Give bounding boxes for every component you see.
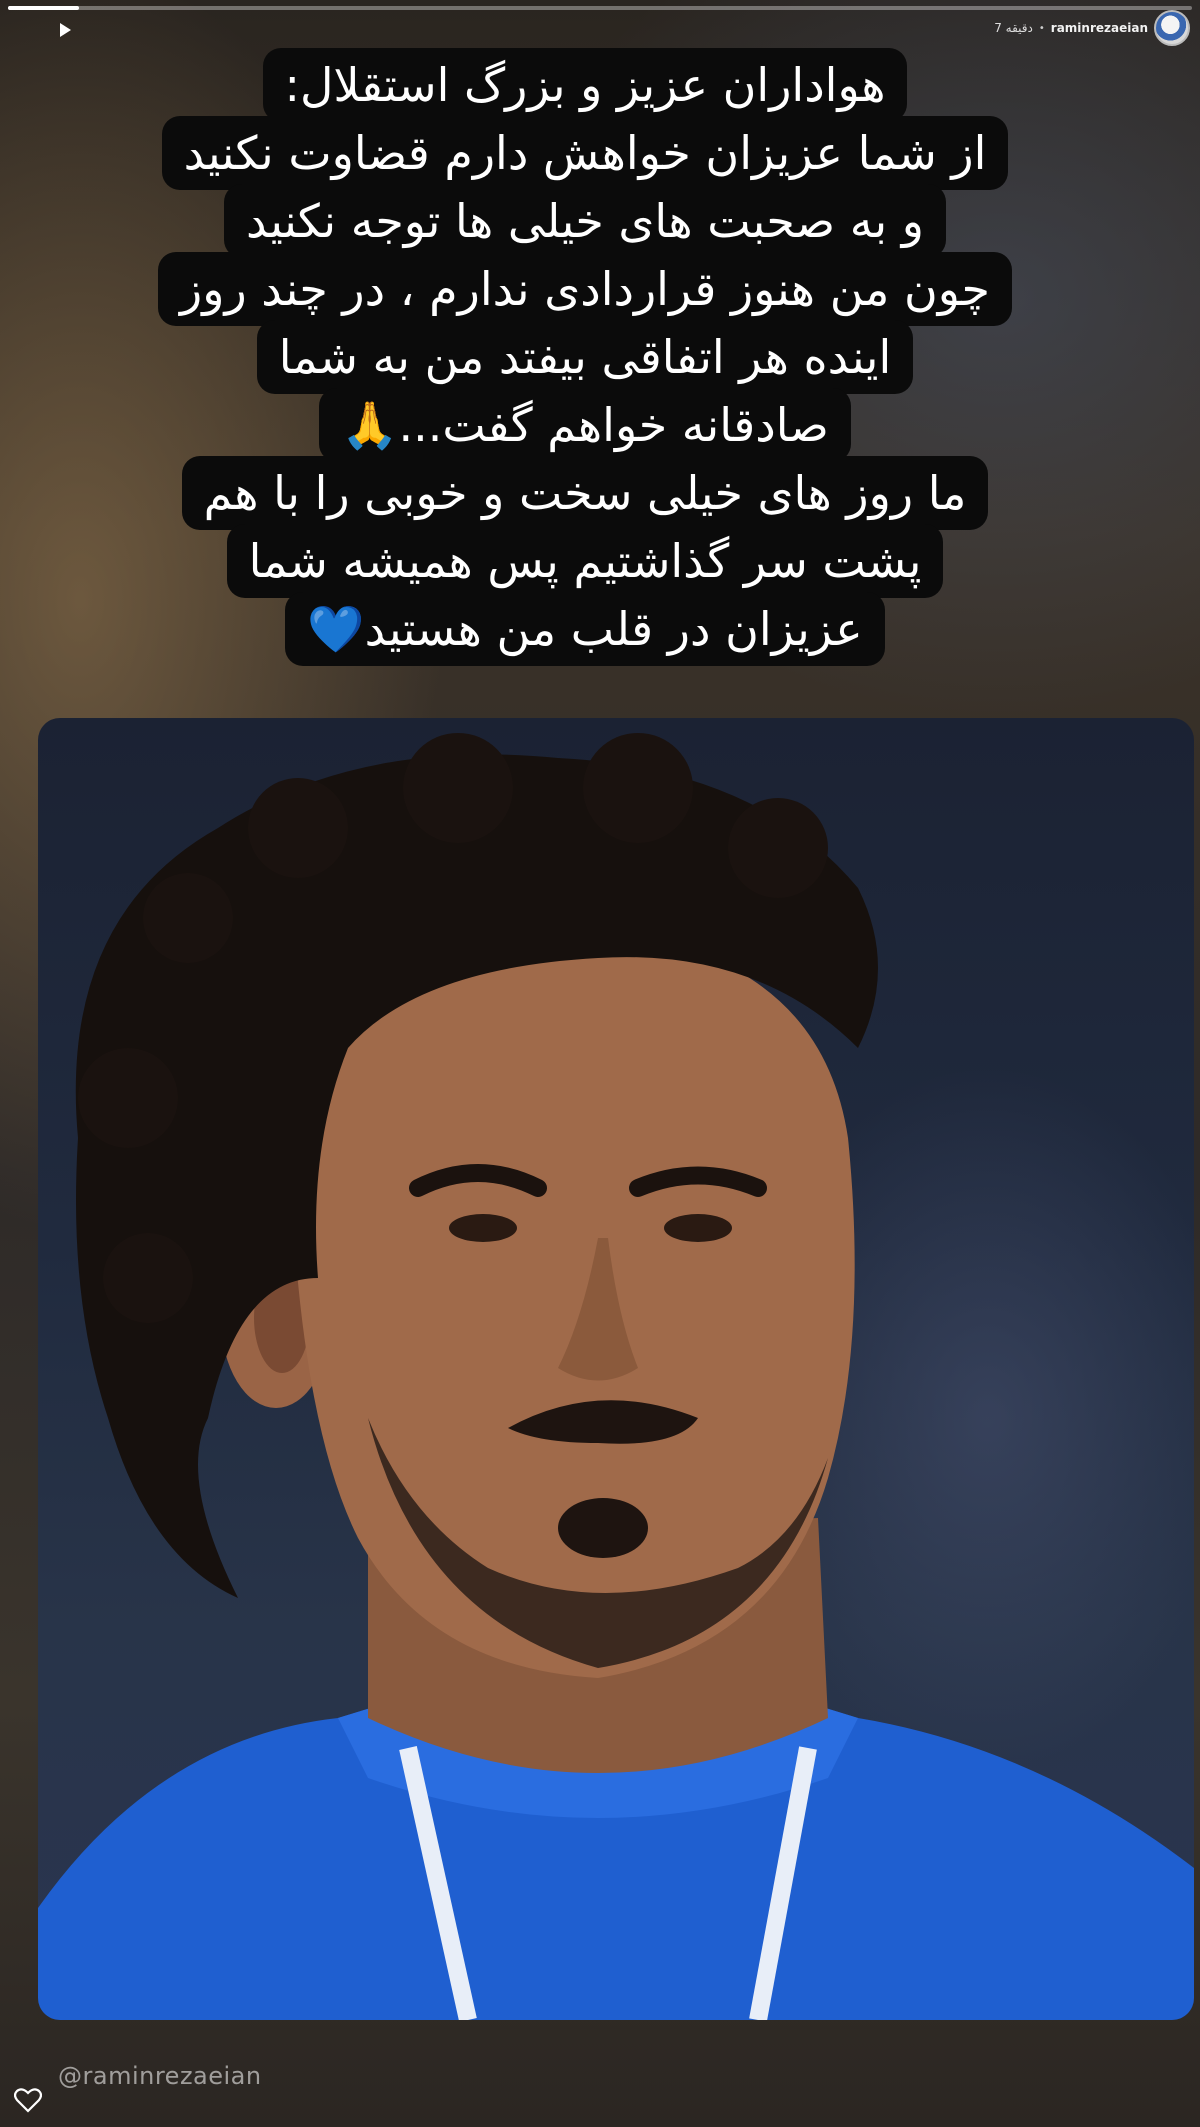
story-username[interactable]: raminrezaeian [1051, 21, 1148, 35]
story-text-line: چون من هنوز قراردادی ندارم ، در چند روز [158, 252, 1012, 326]
story-text-line: عزیزان در قلب من هستید💙 [285, 592, 885, 666]
play-icon[interactable] [60, 23, 71, 37]
separator-dot: • [1038, 22, 1045, 34]
story-text-line: از شما عزیزان خواهش دارم قضاوت نکنید [161, 116, 1009, 190]
heart-icon[interactable] [14, 2087, 42, 2113]
story-text-line: و به صحبت های خیلی ها توجه نکنید [223, 184, 947, 258]
player-portrait-illustration [38, 733, 1194, 2020]
story-viewer[interactable]: 7 دقیقه • raminrezaeian هواداران عزیز و … [0, 0, 1200, 2127]
story-text-line: صادقانه خواهم گفت...🙏 [319, 388, 851, 462]
story-text-overlay: هواداران عزیز و بزرگ استقلال: از شما عزیز… [150, 48, 1020, 666]
story-text-line: هواداران عزیز و بزرگ استقلال: [262, 48, 908, 122]
mention-tag[interactable]: @raminrezaeian [58, 2062, 262, 2090]
story-user-block[interactable]: 7 دقیقه • raminrezaeian [994, 10, 1190, 46]
avatar[interactable] [1154, 10, 1190, 46]
story-header: 7 دقیقه • raminrezaeian [0, 8, 1200, 48]
player-photo [38, 718, 1194, 2020]
story-time: 7 دقیقه [994, 21, 1033, 35]
story-text-line: اینده هر اتفاقی بیفتد من به شما [256, 320, 914, 394]
story-text-line: پشت سر گذاشتیم پس همیشه شما [226, 524, 944, 598]
story-text-line: ما روز های خیلی سخت و خوبی را با هم [181, 456, 989, 530]
